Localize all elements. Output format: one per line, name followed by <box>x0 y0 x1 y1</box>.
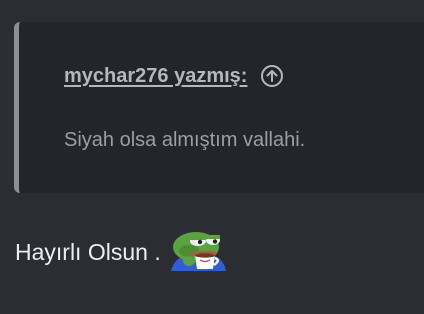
arrow-up-circle-icon[interactable] <box>260 64 284 88</box>
pepe-coffee-emoji-icon <box>169 227 227 271</box>
quote-author-link[interactable]: mychar276 yazmış: <box>64 65 247 88</box>
quote-block: mychar276 yazmış: Siyah olsa almıştım va… <box>14 22 424 193</box>
quote-header: mychar276 yazmış: <box>64 64 284 88</box>
reply-text: Hayırlı Olsun . <box>15 238 161 265</box>
reply-message: Hayırlı Olsun . <box>15 232 227 271</box>
quote-text: Siyah olsa almıştım vallahi. <box>64 129 306 151</box>
